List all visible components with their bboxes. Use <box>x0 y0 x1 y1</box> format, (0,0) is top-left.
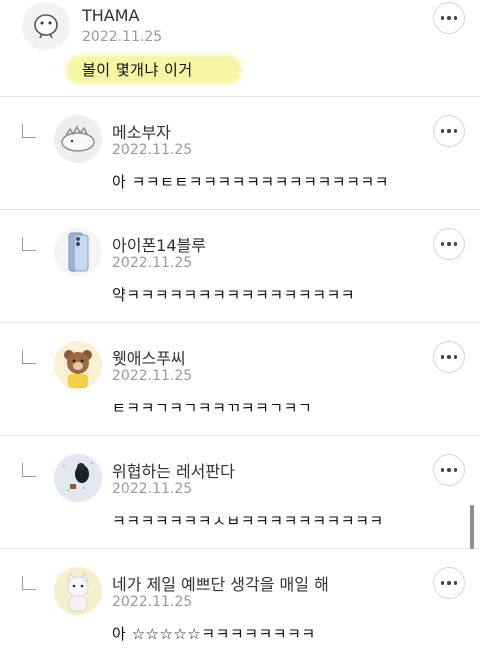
comment-text: ㅌㅋㅋㄱㅋㄱㅋㅋㄲㅋㅋㄱㅋㄱ <box>112 399 313 417</box>
reply-arrow-icon <box>22 576 36 590</box>
more-options-button[interactable] <box>433 2 465 34</box>
comment-author[interactable]: 위협하는 레서판다 <box>112 458 235 482</box>
comment-date: 2022.11.25 <box>112 368 193 384</box>
avatar-bear-icon[interactable] <box>54 341 102 389</box>
divider <box>0 322 480 323</box>
avatar-dinosaur-icon[interactable] <box>54 115 102 163</box>
comment-date: 2022.11.25 <box>112 142 193 158</box>
more-options-button[interactable] <box>433 341 465 373</box>
reply-arrow-icon <box>22 237 36 251</box>
divider <box>0 96 480 97</box>
comment-text: 아 ㅋㅋㅌㅌㅋㅋㅋㅋㅋㅋㅋㅋㅋㅋㅋㅋㅋㅋ <box>112 173 389 191</box>
divider <box>0 435 480 436</box>
comment-author[interactable]: THAMA <box>82 6 140 25</box>
more-options-button[interactable] <box>433 567 465 599</box>
divider <box>0 548 480 549</box>
comment-date: 2022.11.25 <box>112 594 193 610</box>
scrollbar-thumb[interactable] <box>470 505 474 549</box>
comment-text: 볼이 몇개냐 이거 <box>82 61 193 79</box>
avatar-mascot-icon[interactable] <box>22 2 70 50</box>
more-options-button[interactable] <box>433 115 465 147</box>
reply-arrow-icon <box>22 463 36 477</box>
comment-author[interactable]: 웻애스푸씨 <box>112 345 186 369</box>
avatar-cat-icon[interactable] <box>54 567 102 615</box>
divider <box>0 209 480 210</box>
reply-arrow-icon <box>22 124 36 138</box>
comment-author[interactable]: 네가 제일 예쁘단 생각을 매일 해 <box>112 571 329 595</box>
ellipsis-icon <box>440 16 458 20</box>
comment-author[interactable]: 아이폰14블루 <box>112 232 206 256</box>
more-options-button[interactable] <box>433 454 465 486</box>
more-options-button[interactable] <box>433 228 465 260</box>
ellipsis-icon <box>440 581 458 585</box>
comment-author[interactable]: 메소부자 <box>112 119 171 143</box>
avatar-snow-photo-icon[interactable] <box>54 454 102 502</box>
comment-text: ㅋㅋㅋㅋㅋㅋㅋㅅㅂㅋㅋㅋㅋㅋㅋㅋㅋㅋㅋ <box>112 512 384 530</box>
avatar-phone-icon[interactable] <box>54 228 102 276</box>
comment-date: 2022.11.25 <box>82 29 163 45</box>
comment-date: 2022.11.25 <box>112 481 193 497</box>
comment-date: 2022.11.25 <box>112 255 193 271</box>
comment-text: 약ㅋㅋㅋㅋㅋㅋㅋㅋㅋㅋㅋㅋㅋㅋㅋㅋ <box>112 286 356 304</box>
ellipsis-icon <box>440 468 458 472</box>
ellipsis-icon <box>440 355 458 359</box>
ellipsis-icon <box>440 129 458 133</box>
ellipsis-icon <box>440 242 458 246</box>
reply-arrow-icon <box>22 350 36 364</box>
comment-text: 아 ☆☆☆☆☆ㅋㅋㅋㅋㅋㅋㅋㅋ <box>112 625 316 643</box>
